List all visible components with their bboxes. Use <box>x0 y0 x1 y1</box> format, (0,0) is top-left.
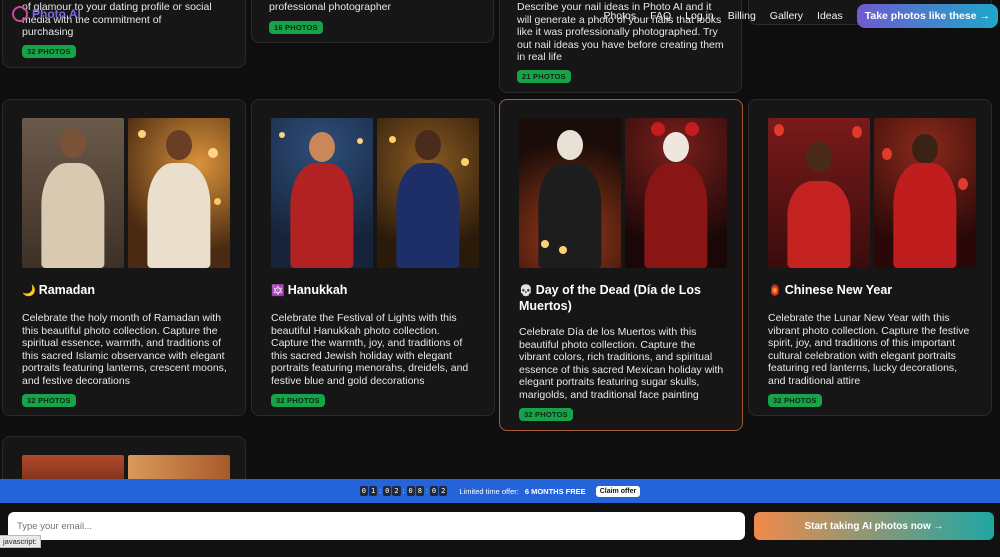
skull-icon: 💀 <box>519 285 533 297</box>
collection-card-day-of-the-dead[interactable]: 💀 Day of the Dead (Día de Los Muertos) Ce… <box>499 99 743 431</box>
card-description: professional photographer <box>269 1 392 13</box>
lantern-icon: 🏮 <box>768 285 782 297</box>
card-title: 🔯 Hanukkah <box>271 283 348 297</box>
nav-gallery[interactable]: Gallery <box>770 10 803 22</box>
collection-card-partial[interactable]: professional photographer 16 PHOTOS <box>251 0 494 43</box>
nav-faq[interactable]: FAQ <box>650 10 671 22</box>
photo-count-badge: 16 PHOTOS <box>269 20 323 34</box>
card-description: Celebrate the Lunar New Year with this v… <box>768 312 970 387</box>
promo-label: Limited time offer: <box>459 486 519 496</box>
claim-offer-button[interactable]: Claim offer <box>595 485 641 497</box>
collection-card-ramadan[interactable]: 🌙 Ramadan Celebrate the holy month of Ram… <box>2 99 246 416</box>
photo-thumbnail <box>271 118 373 268</box>
nav-photos[interactable]: Photos <box>603 10 636 22</box>
countdown-timer: 01 : 02 : 08 : 02 <box>359 486 448 496</box>
nav-login[interactable]: Log in <box>685 10 714 22</box>
photo-thumbnail <box>22 118 124 268</box>
photo-thumbnail <box>128 118 230 268</box>
moon-icon: 🌙 <box>22 285 36 297</box>
card-photos <box>768 118 976 268</box>
signup-bar: Start taking AI photos now → javascript: <box>0 503 1000 557</box>
photo-count-badge: 32 PHOTOS <box>768 393 822 407</box>
status-bar: javascript: <box>0 535 41 548</box>
logo-text: Photo AI <box>32 7 81 21</box>
card-description: Celebrate Día de los Muertos with this b… <box>519 326 724 401</box>
email-input[interactable] <box>8 512 745 540</box>
photo-count-badge: 32 PHOTOS <box>519 407 573 421</box>
star-of-david-icon: 🔯 <box>271 285 285 297</box>
take-photos-button[interactable]: Take photos like these → <box>856 4 998 28</box>
logo-icon <box>12 6 28 22</box>
photo-thumbnail <box>377 118 479 268</box>
photo-count-badge: 32 PHOTOS <box>22 393 76 407</box>
card-title: 💀 Day of the Dead (Día de Los Muertos) <box>519 283 702 313</box>
photo-count-badge: 32 PHOTOS <box>271 393 325 407</box>
card-description: Celebrate the holy month of Ramadan with… <box>22 312 227 387</box>
promo-offer: 6 MONTHS FREE <box>524 486 586 496</box>
card-description: Celebrate the Festival of Lights with th… <box>271 312 469 387</box>
photo-thumbnail <box>625 118 727 268</box>
card-title: 🌙 Ramadan <box>22 283 95 297</box>
photo-count-badge: 21 PHOTOS <box>517 69 571 83</box>
photo-count-badge: 32 PHOTOS <box>22 44 76 58</box>
nav-ideas[interactable]: Ideas <box>817 10 843 22</box>
collection-card-hanukkah[interactable]: 🔯 Hanukkah Celebrate the Festival of Ligh… <box>251 99 495 416</box>
card-photos <box>22 118 230 268</box>
nav-billing[interactable]: Billing <box>728 10 756 22</box>
logo[interactable]: Photo AI <box>12 6 81 22</box>
photo-thumbnail <box>768 118 870 268</box>
promo-bar: 01 : 02 : 08 : 02 Limited time offer: 6 … <box>0 479 1000 503</box>
top-nav: Photos FAQ Log in Billing Gallery Ideas … <box>603 0 1000 32</box>
start-taking-photos-button[interactable]: Start taking AI photos now → <box>754 512 994 540</box>
photo-thumbnail <box>519 118 621 268</box>
photo-thumbnail <box>874 118 976 268</box>
card-photos <box>519 118 727 268</box>
card-photos <box>271 118 479 268</box>
collection-card-chinese-new-year[interactable]: 🏮 Chinese New Year Celebrate the Lunar Ne… <box>748 99 992 416</box>
card-title: 🏮 Chinese New Year <box>768 283 893 297</box>
